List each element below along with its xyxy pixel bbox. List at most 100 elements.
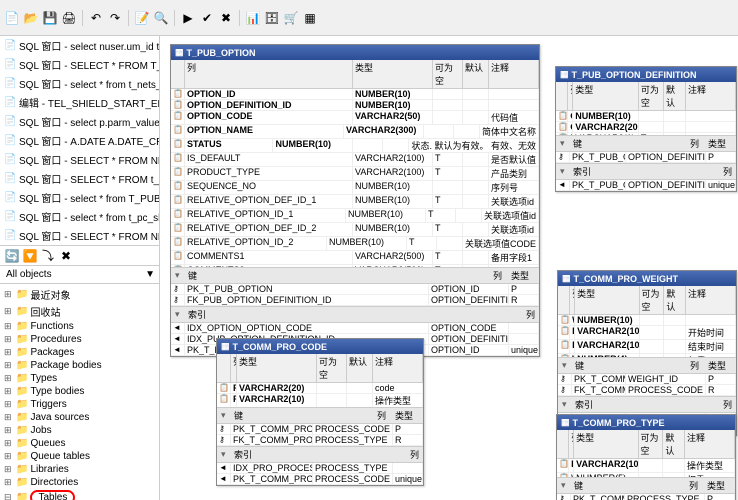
collapse-icon[interactable]: ▾	[175, 309, 185, 320]
table-title-bar[interactable]: ▦T_COMM_PRO_TYPE	[557, 415, 735, 430]
key-row[interactable]: ⚷FK_T_COMM_PRO_C_FK_PRO_TPROCESS_TYPER	[217, 435, 423, 446]
column-row[interactable]: 📋STATUSNUMBER(10)状态. 默认为有效。 有效、无效	[171, 139, 539, 153]
tree-toggle-icon[interactable]: ⊞	[4, 477, 14, 488]
tree-collapse-icon[interactable]: ⤵	[40, 248, 56, 264]
tb-find[interactable]: 🔍	[153, 10, 169, 26]
tb-redo[interactable]: ↷	[107, 10, 123, 26]
key-row[interactable]: ⚷PK_T_COMM_PRO_WEIGHTWEIGHT_IDP	[558, 374, 736, 385]
tree-toggle-icon[interactable]: ⊞	[4, 334, 14, 345]
open-tab-item[interactable]: 📄SQL 窗口 - select p.parm_value from t_cc	[0, 112, 159, 131]
key-row[interactable]: ⚷PK_T_PUB_OPTION_DEFINITIONOPTION_DEFINI…	[556, 152, 736, 163]
tb-query[interactable]: 📝	[134, 10, 150, 26]
tb-commit[interactable]: ✔	[199, 10, 215, 26]
column-row[interactable]: 📋OPTION_IDNUMBER(10)	[171, 89, 539, 100]
column-row[interactable]: 📋RELATIVE_OPTION_DEF_ID_2NUMBER(10)T关联选项…	[171, 223, 539, 237]
tb-cart[interactable]: 🛒	[283, 10, 299, 26]
tree-toggle-icon[interactable]: ⊞	[4, 451, 14, 462]
tree-node[interactable]: ⊞📁Directories	[2, 476, 157, 489]
column-row[interactable]: 📋EDITABLEVARCHAR2(1)T	[556, 133, 736, 135]
column-row[interactable]: 📋WEIGHT_IDNUMBER(10)	[558, 315, 736, 326]
open-tab-item[interactable]: 📄SQL 窗口 - select * from t_nets_assigned	[0, 74, 159, 93]
collapse-icon[interactable]: ▾	[221, 410, 231, 421]
column-row[interactable]: 📋OPTION_CODEVARCHAR2(50)代码值	[171, 111, 539, 125]
open-tab-item[interactable]: 📄SQL 窗口 - SELECT * FROM NETS2DATA.T_P	[0, 150, 159, 169]
collapse-icon[interactable]: ▾	[561, 480, 571, 491]
tree-toggle-icon[interactable]: ⊞	[4, 412, 14, 423]
tb-run[interactable]: ▶	[180, 10, 196, 26]
tree-toggle-icon[interactable]: ⊞	[4, 386, 14, 397]
column-row[interactable]: 📋PROCESS_TYPEVARCHAR2(10)操作类型	[557, 459, 735, 473]
tree-node[interactable]: ⊞📁Java sources	[2, 411, 157, 424]
tree-node[interactable]: ⊞📁Triggers	[2, 398, 157, 411]
tb-print[interactable]: 🖨	[61, 10, 77, 26]
open-tab-item[interactable]: 📄SQL 窗口 - select * from t_pc_shopping_c	[0, 207, 159, 226]
column-row[interactable]: 📋IS_DEFAULTVARCHAR2(100)T是否默认值	[171, 153, 539, 167]
tb-plan[interactable]: 📊	[245, 10, 261, 26]
tree-node[interactable]: ⊞📁回收站	[2, 303, 157, 320]
tree-node[interactable]: ⊞📁Queues	[2, 437, 157, 450]
dropdown-icon[interactable]: ▼	[145, 269, 155, 280]
tb-db[interactable]: 🗄	[264, 10, 280, 26]
tree-node[interactable]: ⊞📁Type bodies	[2, 385, 157, 398]
collapse-icon[interactable]: ▾	[560, 138, 570, 149]
open-tab-item[interactable]: 📄SQL 窗口 - SELECT * FROM NETS2DATA.T_P	[0, 226, 159, 245]
tree-node[interactable]: ⊞📁Libraries	[2, 463, 157, 476]
tree-toggle-icon[interactable]: ⊞	[4, 399, 14, 410]
tree-node[interactable]: ⊞📁Packages	[2, 346, 157, 359]
key-row[interactable]: ⚷FK_T_COMM_PRO_W_FK_CPROCESS_CODER	[558, 385, 736, 396]
open-tab-item[interactable]: 📄SQL 窗口 - A.DATE A.DATE_CREATED,A.C	[0, 131, 159, 150]
column-row[interactable]: 📋WEIGHTNUMBER(4)权重	[558, 354, 736, 357]
index-row[interactable]: ◄IDX_OPTION_OPTION_CODEOPTION_CODE	[171, 323, 539, 334]
collapse-icon[interactable]: ▾	[562, 399, 572, 410]
tb-undo[interactable]: ↶	[88, 10, 104, 26]
tree-node[interactable]: ⊞📁最近对象	[2, 286, 157, 303]
column-row[interactable]: 📋OPTION_DEFINITION_NAMEVARCHAR2(200)	[556, 122, 736, 133]
column-row[interactable]: 📋SEQUENCE_NONUMBER(10)序列号	[171, 181, 539, 195]
tree-node[interactable]: ⊞📁Package bodies	[2, 359, 157, 372]
tree-node[interactable]: ⊟📁Tables	[2, 489, 157, 500]
column-row[interactable]: 📋OPTION_DEFINITION_IDNUMBER(10)	[171, 100, 539, 111]
column-row[interactable]: 📋RELATIVE_OPTION_ID_1NUMBER(10)T关联选项值id	[171, 209, 539, 223]
tree-filter-icon[interactable]: 🔽	[22, 248, 38, 264]
collapse-icon[interactable]: ▾	[562, 360, 572, 371]
db-table-t5[interactable]: ▦T_COMM_PRO_TYPE 列类型可为空默认注释 📋PROCESS_TYP…	[556, 414, 736, 500]
key-row[interactable]: ⚷PK_T_COMM_PRO_TYPEPROCESS_TYPEP	[557, 494, 735, 500]
db-table-t2[interactable]: ▦T_PUB_OPTION_DEFINITION 列类型可为空默认注释 📋OPT…	[555, 66, 737, 192]
column-row[interactable]: 📋EFFECTIVE_TOVARCHAR2(10)结束时间	[558, 340, 736, 354]
column-row[interactable]: 📋PROCESS_TYPEVARCHAR2(10)操作类型	[217, 394, 423, 407]
keys-section[interactable]: ▾键列类型	[557, 477, 735, 494]
column-row[interactable]: 📋PRODUCT_TYPEVARCHAR2(100)T产品类别	[171, 167, 539, 181]
table-title-bar[interactable]: ▦T_PUB_OPTION_DEFINITION	[556, 67, 736, 82]
tree-node[interactable]: ⊞📁Queue tables	[2, 450, 157, 463]
tree-node[interactable]: ⊞📁Procedures	[2, 333, 157, 346]
tree-toggle-icon[interactable]: ⊞	[4, 306, 14, 317]
tb-new[interactable]: 📄	[4, 10, 20, 26]
open-tab-item[interactable]: 📄SQL 窗口 - select * from T_PUB_SEND_LO	[0, 188, 159, 207]
collapse-icon[interactable]: ▾	[221, 449, 231, 460]
tree-toggle-icon[interactable]: ⊞	[4, 347, 14, 358]
column-row[interactable]: 📋PROCESS_CODEVARCHAR2(20)code	[217, 383, 423, 394]
indexes-section[interactable]: ▾索引列	[171, 306, 539, 323]
db-table-t4[interactable]: ▦T_COMM_PRO_WEIGHT 列类型可为空默认注释 📋WEIGHT_ID…	[557, 270, 737, 436]
tb-open[interactable]: 📂	[23, 10, 39, 26]
tree-toggle-icon[interactable]: ⊞	[4, 373, 14, 384]
open-tab-item[interactable]: 📄SQL 窗口 - SELECT * FROM T_COMM_SYS	[0, 55, 159, 74]
column-row[interactable]: 📋WEIGHTNUMBER(5)权重	[557, 473, 735, 477]
indexes-section[interactable]: ▾索引列	[556, 163, 736, 180]
column-row[interactable]: 📋COMMENTS1VARCHAR2(500)T备用字段1	[171, 251, 539, 265]
key-row[interactable]: ⚷PK_T_COMM_PRO_CODEPROCESS_CODEP	[217, 424, 423, 435]
tb-grid[interactable]: ▦	[302, 10, 318, 26]
index-row[interactable]: ◄PK_T_COMM_PRO_CODEPROCESS_CODEunique	[217, 474, 423, 485]
tree-toggle-icon[interactable]: ⊞	[4, 425, 14, 436]
column-row[interactable]: 📋EFFECTIVE_FROMVARCHAR2(10)开始时间	[558, 326, 736, 340]
tb-rollback[interactable]: ✖	[218, 10, 234, 26]
tree-close-icon[interactable]: ✖	[58, 248, 74, 264]
column-row[interactable]: 📋RELATIVE_OPTION_ID_2NUMBER(10)T关联选项值COD…	[171, 237, 539, 251]
db-table-t3[interactable]: ▦T_COMM_PRO_CODE 列类型可为空默认注释 📋PROCESS_COD…	[216, 338, 424, 486]
keys-section[interactable]: ▾键列类型	[558, 357, 736, 374]
db-table-t1[interactable]: ▦T_PUB_OPTION 列类型可为空默认注释 📋OPTION_IDNUMBE…	[170, 44, 540, 357]
indexes-section[interactable]: ▾索引列	[217, 446, 423, 463]
index-row[interactable]: ◄PK_T_PUB_OPTION_DEFINITIONOPTION_DEFINI…	[556, 180, 736, 191]
tree-toggle-icon[interactable]: ⊞	[4, 464, 14, 475]
tree-toggle-icon[interactable]: ⊞	[4, 360, 14, 371]
